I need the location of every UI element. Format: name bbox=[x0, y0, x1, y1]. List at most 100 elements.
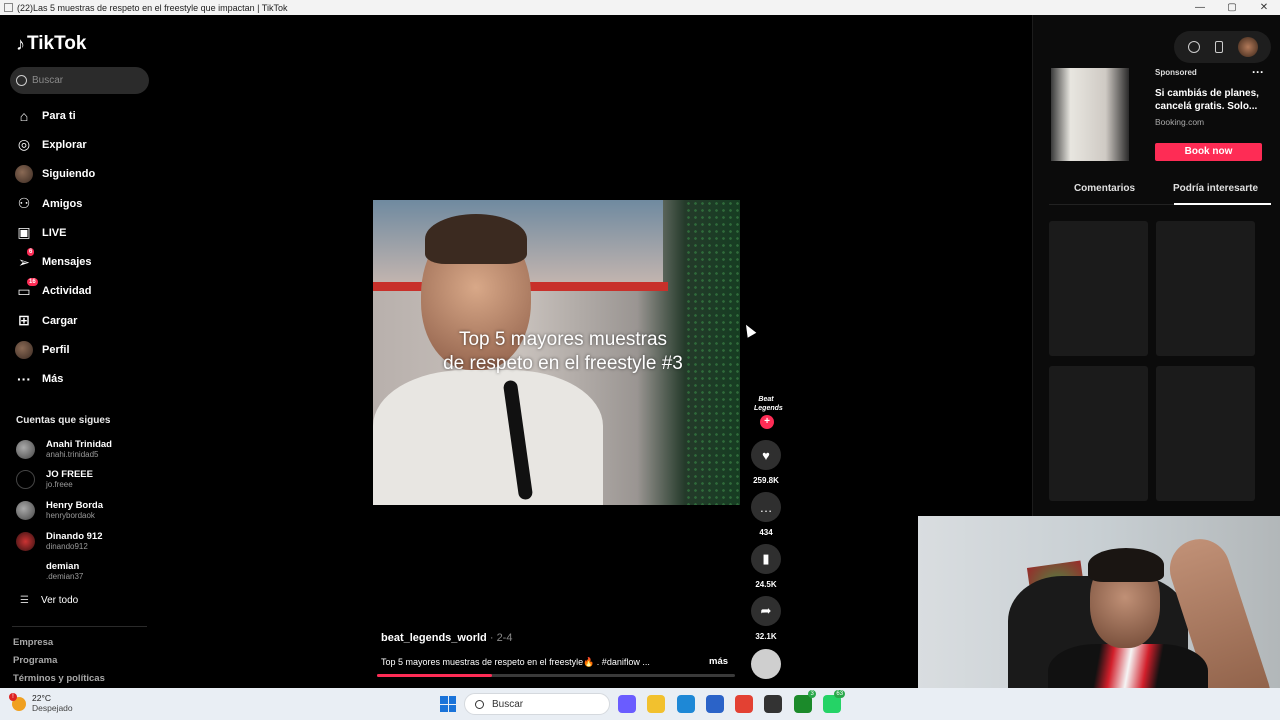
save-button[interactable]: ▮ bbox=[751, 544, 781, 574]
chrome-app-icon[interactable] bbox=[735, 695, 754, 713]
suggested-video-tile[interactable] bbox=[1156, 366, 1255, 501]
book-now-button[interactable]: Book now bbox=[1155, 143, 1262, 161]
nav-item-siguiendo[interactable]: Siguiendo bbox=[14, 160, 154, 189]
following-account[interactable]: demian .demian37 bbox=[16, 556, 156, 587]
search-icon bbox=[475, 699, 484, 709]
like-button[interactable]: ♥ bbox=[751, 440, 781, 470]
nav-list: ⌂ Para ti ◎ Explorar Siguiendo ⚇ Amigos … bbox=[14, 101, 154, 394]
search-input[interactable]: Buscar bbox=[10, 67, 149, 94]
app-badge: 3 bbox=[808, 690, 816, 698]
following-account[interactable]: Henry Borda henrybordaok bbox=[16, 495, 156, 526]
account-handle: jo.freee bbox=[46, 480, 73, 490]
profile-avatar bbox=[14, 340, 34, 360]
share-icon: ➦ bbox=[760, 603, 772, 618]
video-description: Top 5 mayores muestras de respeto en el … bbox=[381, 657, 650, 667]
weather-widget[interactable]: 22°C Despejado bbox=[9, 692, 73, 714]
suggested-video-tile[interactable] bbox=[1156, 221, 1255, 356]
avatar bbox=[16, 439, 35, 459]
share-count: 32.1K bbox=[755, 632, 777, 641]
footer-link-empresa[interactable]: Empresa bbox=[13, 637, 105, 655]
following-avatar bbox=[14, 164, 34, 184]
tiktok-note-icon: ♪ bbox=[16, 33, 25, 54]
xbox-app-icon[interactable]: 3 bbox=[793, 690, 816, 713]
whatsapp-app-icon[interactable]: 63 bbox=[823, 690, 846, 713]
nav-label: Actividad bbox=[42, 285, 92, 298]
save-count: 24.5K bbox=[755, 580, 777, 589]
music-disc-icon[interactable] bbox=[751, 649, 781, 679]
compass-icon[interactable] bbox=[1187, 41, 1200, 53]
nav-item-para-ti[interactable]: ⌂ Para ti bbox=[14, 101, 154, 130]
account-handle: henrybordaok bbox=[46, 510, 95, 520]
comment-icon: … bbox=[759, 499, 773, 515]
nav-item-perfil[interactable]: Perfil bbox=[14, 335, 154, 364]
comment-button[interactable]: … bbox=[751, 492, 781, 522]
nav-label: Más bbox=[42, 373, 64, 386]
chrome-profile-app-icon[interactable] bbox=[764, 695, 783, 713]
see-all-label: Ver todo bbox=[40, 595, 79, 606]
account-name: Henry Borda bbox=[46, 499, 104, 511]
suggested-video-tile[interactable] bbox=[1049, 221, 1148, 356]
store-app-icon[interactable] bbox=[705, 695, 724, 713]
explorer-app-icon[interactable] bbox=[647, 695, 666, 713]
upload-icon: ⊞ bbox=[18, 312, 30, 329]
following-account[interactable]: Anahi Trinidad anahi.trinidad5 bbox=[16, 434, 156, 465]
nav-label: Cargar bbox=[42, 314, 78, 327]
tab-podria-interesarte[interactable]: Podría interesarte bbox=[1160, 183, 1271, 205]
nav-item-explorar[interactable]: ◎ Explorar bbox=[14, 130, 154, 159]
following-account[interactable]: Dinando 912 dinando912 bbox=[16, 526, 156, 557]
window-titlebar: (22)Las 5 muestras de respeto en el free… bbox=[0, 0, 1280, 15]
friends-icon: ⚇ bbox=[17, 195, 31, 212]
copilot-app-icon[interactable] bbox=[618, 695, 636, 713]
maximize-button[interactable]: ▢ bbox=[1216, 2, 1248, 13]
mouse-cursor-icon bbox=[741, 322, 757, 338]
nav-item-actividad[interactable]: ▭ 16 Actividad bbox=[14, 277, 154, 306]
video-player[interactable]: Top 5 mayores muestras de respeto en el … bbox=[373, 200, 740, 505]
following-account[interactable]: JO FREEE jo.freee bbox=[16, 465, 156, 496]
list-icon: ☰ bbox=[20, 595, 29, 606]
taskbar-search[interactable]: Buscar bbox=[464, 693, 610, 715]
profile-avatar[interactable] bbox=[1237, 37, 1258, 57]
ad-domain: Booking.com bbox=[1155, 117, 1205, 127]
suggested-video-tile[interactable] bbox=[1049, 366, 1148, 501]
close-button[interactable]: ✕ bbox=[1248, 2, 1280, 13]
nav-item-cargar[interactable]: ⊞ Cargar bbox=[14, 306, 154, 335]
account-name: Anahi Trinidad bbox=[46, 438, 112, 450]
activity-badge: 16 bbox=[27, 277, 38, 286]
share-button[interactable]: ➦ bbox=[751, 596, 781, 626]
nav-item-mas[interactable]: ··· Más bbox=[14, 365, 154, 394]
ad-title[interactable]: Si cambiás de planes, cancelá gratis. So… bbox=[1155, 87, 1267, 113]
follow-plus-button[interactable]: + bbox=[760, 415, 774, 429]
windows-start-icon[interactable] bbox=[440, 696, 456, 712]
avatar bbox=[16, 500, 35, 520]
nav-label: Mensajes bbox=[42, 256, 92, 269]
panel-tabs: Comentarios Podría interesarte bbox=[1049, 183, 1271, 205]
ad-options-icon[interactable]: ··· bbox=[1252, 65, 1264, 79]
nav-item-live[interactable]: ▣ LIVE bbox=[14, 218, 154, 247]
author-name: beat_legends_world bbox=[381, 632, 487, 644]
phone-icon[interactable] bbox=[1214, 41, 1223, 53]
tab-comentarios[interactable]: Comentarios bbox=[1049, 183, 1160, 204]
minimize-button[interactable]: — bbox=[1184, 2, 1216, 13]
like-count: 259.8K bbox=[753, 476, 779, 485]
edge-app-icon[interactable] bbox=[676, 695, 695, 713]
see-all-link[interactable]: ☰ Ver todo bbox=[20, 595, 78, 606]
account-handle: .demian37 bbox=[46, 572, 84, 582]
video-progress-bar[interactable] bbox=[377, 674, 735, 677]
avatar bbox=[16, 470, 35, 490]
video-author[interactable]: beat_legends_world · 2-4 bbox=[381, 632, 512, 644]
search-placeholder: Buscar bbox=[32, 75, 64, 86]
nav-label: Para ti bbox=[42, 109, 76, 122]
app-badge: 63 bbox=[834, 690, 846, 698]
nav-item-amigos[interactable]: ⚇ Amigos bbox=[14, 189, 154, 218]
tiktok-logo[interactable]: ♪ TikTok bbox=[16, 33, 86, 55]
search-icon bbox=[16, 75, 27, 86]
ad-thumbnail[interactable] bbox=[1051, 68, 1129, 161]
bookmark-icon: ▮ bbox=[762, 551, 770, 566]
heart-icon: ♥ bbox=[762, 447, 770, 463]
avatar bbox=[16, 531, 35, 551]
nav-label: Perfil bbox=[42, 344, 70, 357]
live-icon: ▣ bbox=[17, 224, 31, 241]
more-link[interactable]: más bbox=[709, 656, 728, 667]
footer-link-programa[interactable]: Programa bbox=[13, 655, 105, 673]
nav-item-mensajes[interactable]: ➢ 6 Mensajes bbox=[14, 247, 154, 276]
